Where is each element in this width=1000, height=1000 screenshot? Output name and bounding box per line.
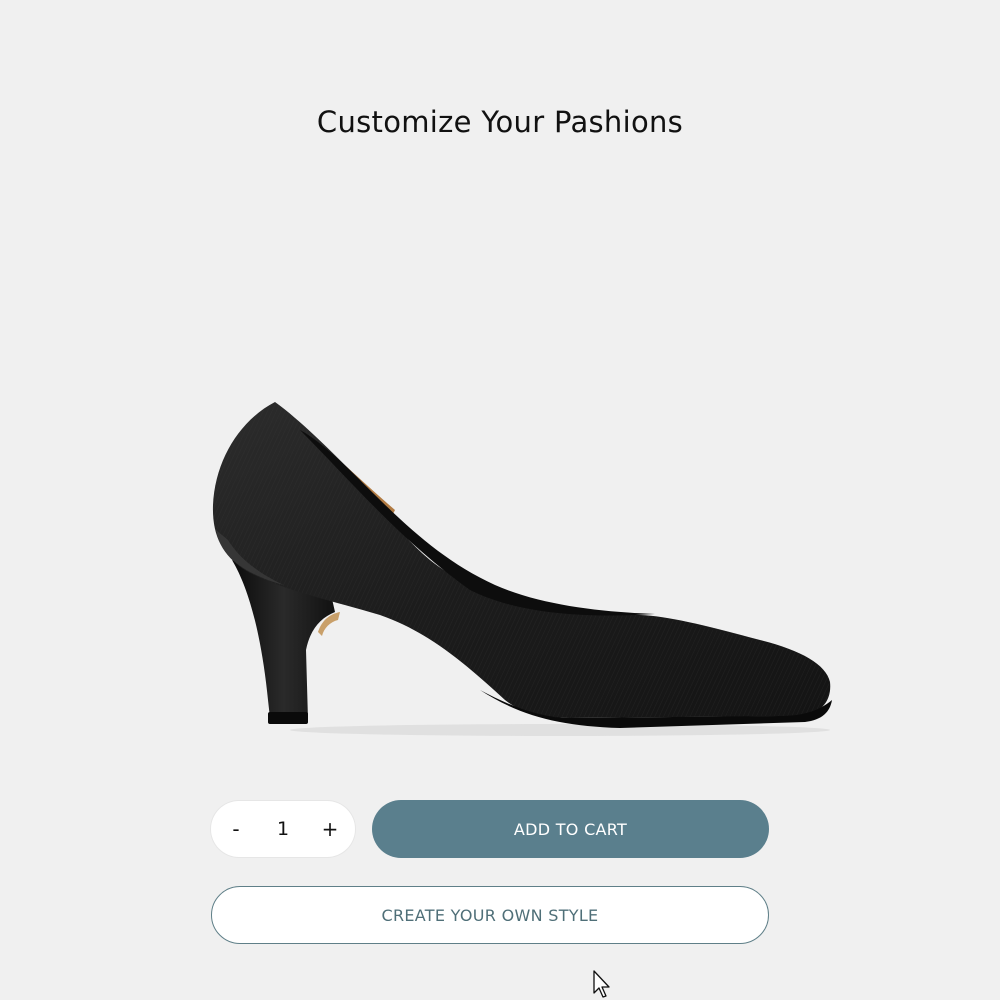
product-shoe-image xyxy=(212,402,832,736)
create-your-own-style-button[interactable]: CREATE YOUR OWN STYLE xyxy=(211,886,769,944)
quantity-stepper[interactable]: - 1 + xyxy=(211,801,355,857)
page-title: Customize Your Pashions xyxy=(316,105,684,139)
decrement-button[interactable]: - xyxy=(219,809,253,849)
quantity-value[interactable]: 1 xyxy=(263,818,303,840)
arrow-pointer-icon xyxy=(593,970,610,998)
add-to-cart-button[interactable]: ADD TO CART xyxy=(372,800,769,858)
increment-button[interactable]: + xyxy=(313,809,347,849)
